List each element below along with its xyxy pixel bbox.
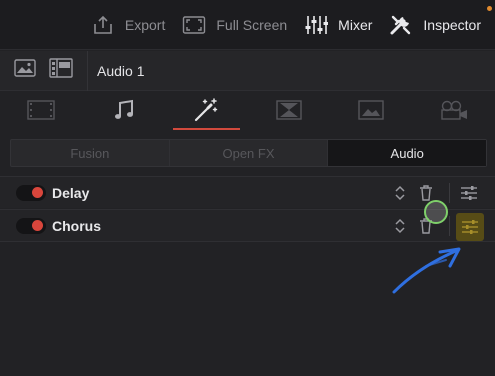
mixer-button[interactable]: Mixer: [303, 10, 372, 40]
export-button[interactable]: Export: [90, 10, 165, 40]
film-icon: [27, 99, 55, 125]
fullscreen-button[interactable]: Full Screen: [181, 10, 287, 40]
settings-sliders-icon[interactable]: [459, 184, 479, 202]
transition-icon: [276, 99, 302, 125]
tab-audio[interactable]: [83, 92, 166, 132]
delay-effect-name: Delay: [52, 184, 90, 201]
fx-source-segment: Fusion Open FX Audio: [10, 139, 487, 167]
inspector-tools-icon: [388, 14, 414, 36]
inspector-panel: Export Full Screen Mixer Inspector Audio…: [0, 0, 495, 376]
segment-openfx[interactable]: Open FX: [170, 140, 329, 166]
clip-layout-icon[interactable]: [49, 58, 73, 83]
inspector-button[interactable]: Inspector: [388, 10, 481, 40]
segment-fusion[interactable]: Fusion: [11, 140, 170, 166]
annotation-arrow: [392, 247, 461, 294]
delay-enable-toggle[interactable]: [16, 184, 46, 201]
tab-transition[interactable]: [248, 92, 331, 132]
chorus-effect-name: Chorus: [52, 217, 101, 234]
toggle-knob: [32, 220, 43, 231]
chevron-up-down-icon[interactable]: [393, 216, 407, 236]
tab-file[interactable]: [413, 92, 495, 132]
top-toolbar: Export Full Screen Mixer Inspector: [0, 0, 495, 50]
effect-row-chorus: Chorus: [0, 210, 495, 241]
tab-video[interactable]: [0, 92, 83, 132]
chevron-up-down-icon[interactable]: [393, 183, 407, 203]
inspector-label: Inspector: [423, 16, 481, 33]
mixer-icon: [303, 14, 329, 36]
clip-header: Audio 1: [0, 50, 495, 91]
inspector-category-tabs: [0, 92, 495, 132]
clip-view-toggles: [0, 50, 88, 91]
fullscreen-icon: [181, 14, 207, 36]
magic-wand-icon: [193, 97, 219, 128]
clip-name: Audio 1: [97, 62, 145, 79]
camera-icon: [439, 100, 469, 125]
settings-sliders-icon: [462, 220, 478, 234]
fullscreen-label: Full Screen: [216, 16, 288, 33]
toggle-knob: [32, 187, 43, 198]
segment-audio[interactable]: Audio: [328, 140, 487, 166]
image-icon[interactable]: [14, 59, 36, 82]
tab-image[interactable]: [330, 92, 413, 132]
mixer-label: Mixer: [338, 16, 373, 33]
chorus-settings-button[interactable]: [456, 213, 484, 241]
export-icon: [90, 14, 116, 36]
effect-row-delay: Delay: [0, 177, 495, 208]
picture-icon: [358, 99, 384, 125]
notification-dot: [487, 6, 492, 11]
export-label: Export: [124, 16, 166, 33]
cursor-indicator: [424, 200, 448, 224]
tab-effects[interactable]: [165, 92, 248, 132]
trash-icon[interactable]: [419, 184, 433, 201]
row-separator: [449, 182, 450, 203]
row-separator: [449, 215, 450, 236]
music-note-icon: [113, 99, 135, 126]
chorus-enable-toggle[interactable]: [16, 217, 46, 234]
